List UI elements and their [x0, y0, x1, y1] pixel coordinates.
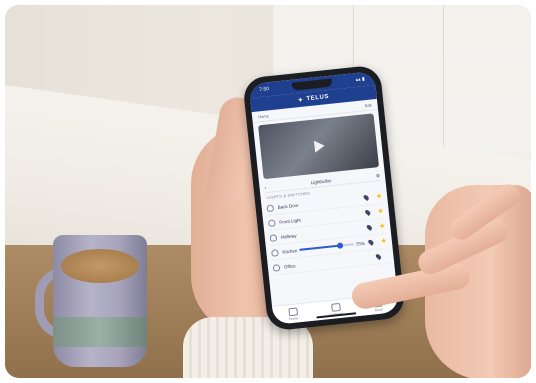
- lightbulb-icon: [272, 263, 281, 272]
- dimmer-value: 75%: [355, 240, 365, 247]
- favorite-star-icon[interactable]: ★: [377, 207, 384, 215]
- location-pin-icon[interactable]: [367, 238, 375, 246]
- status-time: 7:50: [259, 86, 270, 94]
- favorite-star-icon[interactable]: ★: [379, 222, 386, 230]
- tab-home[interactable]: Home: [288, 306, 299, 321]
- location-label[interactable]: Home: [258, 113, 269, 119]
- telus-leaf-icon: ✦: [297, 97, 304, 104]
- edit-link[interactable]: Edit: [364, 102, 371, 108]
- brand-name: TELUS: [306, 93, 330, 103]
- slider-fill: [299, 244, 341, 251]
- favorite-star-icon[interactable]: ★: [375, 192, 382, 200]
- lightbulb-icon: [269, 233, 278, 242]
- photo-frame: 7:50 ▴▴ ▮ ✦ TELUS Home Edit ‹ Lightbulbs…: [5, 5, 531, 378]
- signal-battery-icon: ▴▴ ▮: [355, 76, 366, 84]
- slider-knob[interactable]: [336, 242, 344, 249]
- phone-notch: [292, 78, 333, 91]
- lightbulb-icon: [266, 203, 275, 212]
- play-icon[interactable]: [313, 139, 326, 153]
- camera-feed[interactable]: [258, 113, 380, 180]
- lightbulb-icon: [267, 218, 276, 227]
- device-name: Kitchen: [282, 247, 298, 255]
- room-label: Lightbulbs: [310, 178, 332, 186]
- home-icon: [288, 306, 298, 316]
- chevron-left-icon[interactable]: ‹: [264, 185, 266, 190]
- settings-icon[interactable]: ⚙: [376, 173, 381, 179]
- tab-label: Home: [288, 315, 299, 321]
- tab-label: More: [374, 306, 384, 312]
- coffee: [61, 249, 139, 283]
- slider-track[interactable]: [299, 242, 354, 251]
- lightbulb-icon: [271, 248, 279, 257]
- favorite-star-icon[interactable]: ★: [380, 237, 387, 245]
- mug-band: [53, 317, 147, 347]
- camera-icon: [330, 302, 341, 312]
